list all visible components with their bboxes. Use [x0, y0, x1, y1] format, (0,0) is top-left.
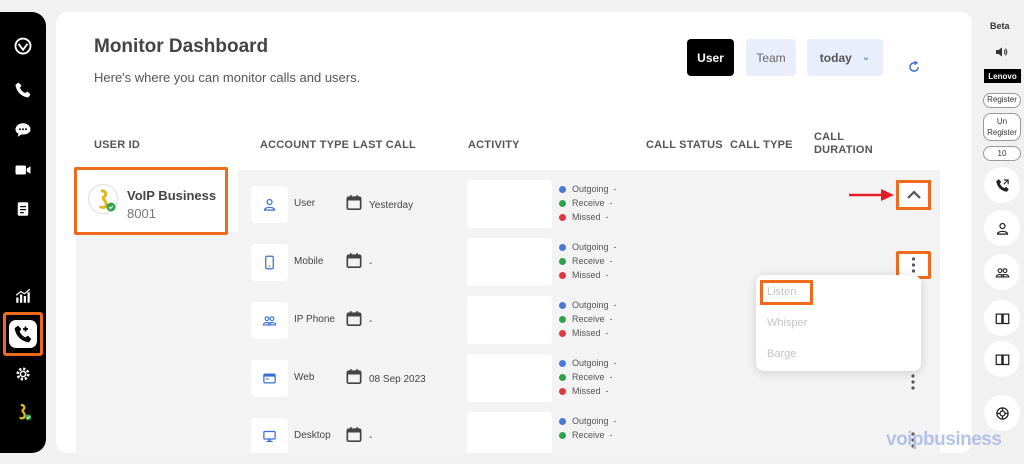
- calendar-icon: [346, 253, 362, 268]
- left-sidebar: [0, 12, 46, 453]
- account-type-label: Desktop: [294, 430, 331, 441]
- watermark-logo: voipbusiness: [886, 429, 1002, 450]
- annotation-arrow-icon: [849, 189, 894, 201]
- unregister-button[interactable]: Un Register: [983, 113, 1021, 141]
- activity-legend: Outgoing - Receive -: [559, 414, 617, 442]
- activity-legend: Outgoing - Receive - Missed -: [559, 182, 617, 224]
- phone-icon[interactable]: [9, 76, 37, 104]
- menu-item-barge[interactable]: Barge: [767, 348, 796, 360]
- users-group-icon: [995, 267, 1009, 277]
- last-call-value: -: [369, 316, 373, 327]
- call-forward-button[interactable]: [984, 167, 1020, 203]
- activity-chart: [467, 238, 552, 286]
- monitor-calls-icon: [9, 320, 37, 348]
- table-row: User Yesterday Outgoing - Receive - Missed…: [246, 174, 940, 232]
- listen-highlight: [760, 280, 813, 305]
- mobile-icon: [251, 244, 288, 281]
- column-header-call-duration: CALL DURATION: [814, 131, 873, 156]
- beta-label: Beta: [990, 21, 1010, 31]
- last-call-value: -: [369, 432, 373, 443]
- collapse-button[interactable]: [896, 180, 931, 210]
- contact-button[interactable]: [984, 210, 1020, 246]
- web-browser-icon: [251, 360, 288, 397]
- user-icon: [251, 186, 288, 223]
- column-header-account-type: ACCOUNT TYPE: [260, 139, 350, 151]
- main-panel: Monitor Dashboard Here's where you can m…: [56, 12, 972, 453]
- right-sidebar: Beta Lenovo Register Un Register 10: [980, 14, 1024, 454]
- chevron-up-icon: [906, 190, 921, 199]
- account-type-label: IP Phone: [294, 314, 335, 325]
- column-header-last-call: LAST CALL: [353, 139, 416, 151]
- video-icon[interactable]: [9, 156, 37, 184]
- account-type-label: User: [294, 198, 316, 209]
- count-badge: 10: [983, 146, 1021, 161]
- speaker-icon[interactable]: [994, 44, 1010, 60]
- kebab-menu-icon[interactable]: [906, 373, 920, 391]
- book-icon: [995, 354, 1009, 365]
- toggle-user-button[interactable]: User: [687, 39, 734, 76]
- settings-gear-icon[interactable]: [9, 360, 37, 388]
- desktop-icon: [251, 418, 288, 453]
- calendar-icon: [346, 311, 362, 326]
- account-type-label: Web: [294, 372, 315, 383]
- column-header-call-type: CALL TYPE: [730, 139, 793, 151]
- profile-avatar[interactable]: [9, 398, 37, 426]
- support-button[interactable]: [984, 395, 1020, 431]
- app-logo-icon[interactable]: [9, 32, 37, 60]
- period-select[interactable]: today ⌄: [807, 39, 883, 76]
- users-group-icon: [251, 302, 288, 339]
- brand-logo: Lenovo: [984, 69, 1021, 83]
- calendar-icon: [346, 195, 362, 210]
- activity-legend: Outgoing - Receive - Missed -: [559, 298, 617, 340]
- toggle-team-button[interactable]: Team: [746, 39, 796, 76]
- page-title: Monitor Dashboard: [94, 36, 269, 57]
- analytics-icon[interactable]: [9, 282, 37, 310]
- register-button[interactable]: Register: [983, 93, 1021, 108]
- period-select-value: today: [819, 50, 852, 65]
- activity-legend: Outgoing - Receive - Missed -: [559, 356, 617, 398]
- account-type-label: Mobile: [294, 256, 324, 267]
- activity-legend: Outgoing - Receive - Missed -: [559, 240, 617, 282]
- activity-chart: [467, 180, 552, 228]
- user-icon: [996, 222, 1008, 235]
- notes-icon[interactable]: [9, 195, 37, 223]
- menu-item-whisper[interactable]: Whisper: [767, 317, 807, 329]
- monitor-nav-button[interactable]: [3, 312, 43, 356]
- chevron-down-icon: ⌄: [861, 52, 871, 63]
- book-icon: [995, 313, 1009, 324]
- chat-icon[interactable]: [9, 116, 37, 144]
- calendar-icon: [346, 369, 362, 384]
- last-call-value: Yesterday: [369, 200, 414, 211]
- user-card-highlight: [74, 167, 228, 235]
- last-call-value: 08 Sep 2023: [369, 374, 426, 385]
- column-header-activity: ACTIVITY: [468, 139, 520, 151]
- kebab-menu-icon: [911, 257, 916, 273]
- group-button[interactable]: [984, 254, 1020, 290]
- calendar-icon: [346, 427, 362, 442]
- call-forward-icon: [995, 178, 1009, 192]
- refresh-icon[interactable]: [907, 60, 921, 74]
- last-call-value: -: [369, 258, 373, 269]
- page-subtitle: Here's where you can monitor calls and u…: [94, 70, 361, 85]
- lifebuoy-icon: [995, 406, 1009, 420]
- table-row: Desktop - Outgoing - Receive -: [246, 406, 940, 453]
- column-header-call-status: CALL STATUS: [646, 139, 723, 151]
- activity-chart: [467, 412, 552, 453]
- directory-button[interactable]: [984, 341, 1020, 377]
- book-button[interactable]: [984, 300, 1020, 336]
- column-header-user-id: USER ID: [94, 139, 141, 151]
- activity-chart: [467, 296, 552, 344]
- activity-chart: [467, 354, 552, 402]
